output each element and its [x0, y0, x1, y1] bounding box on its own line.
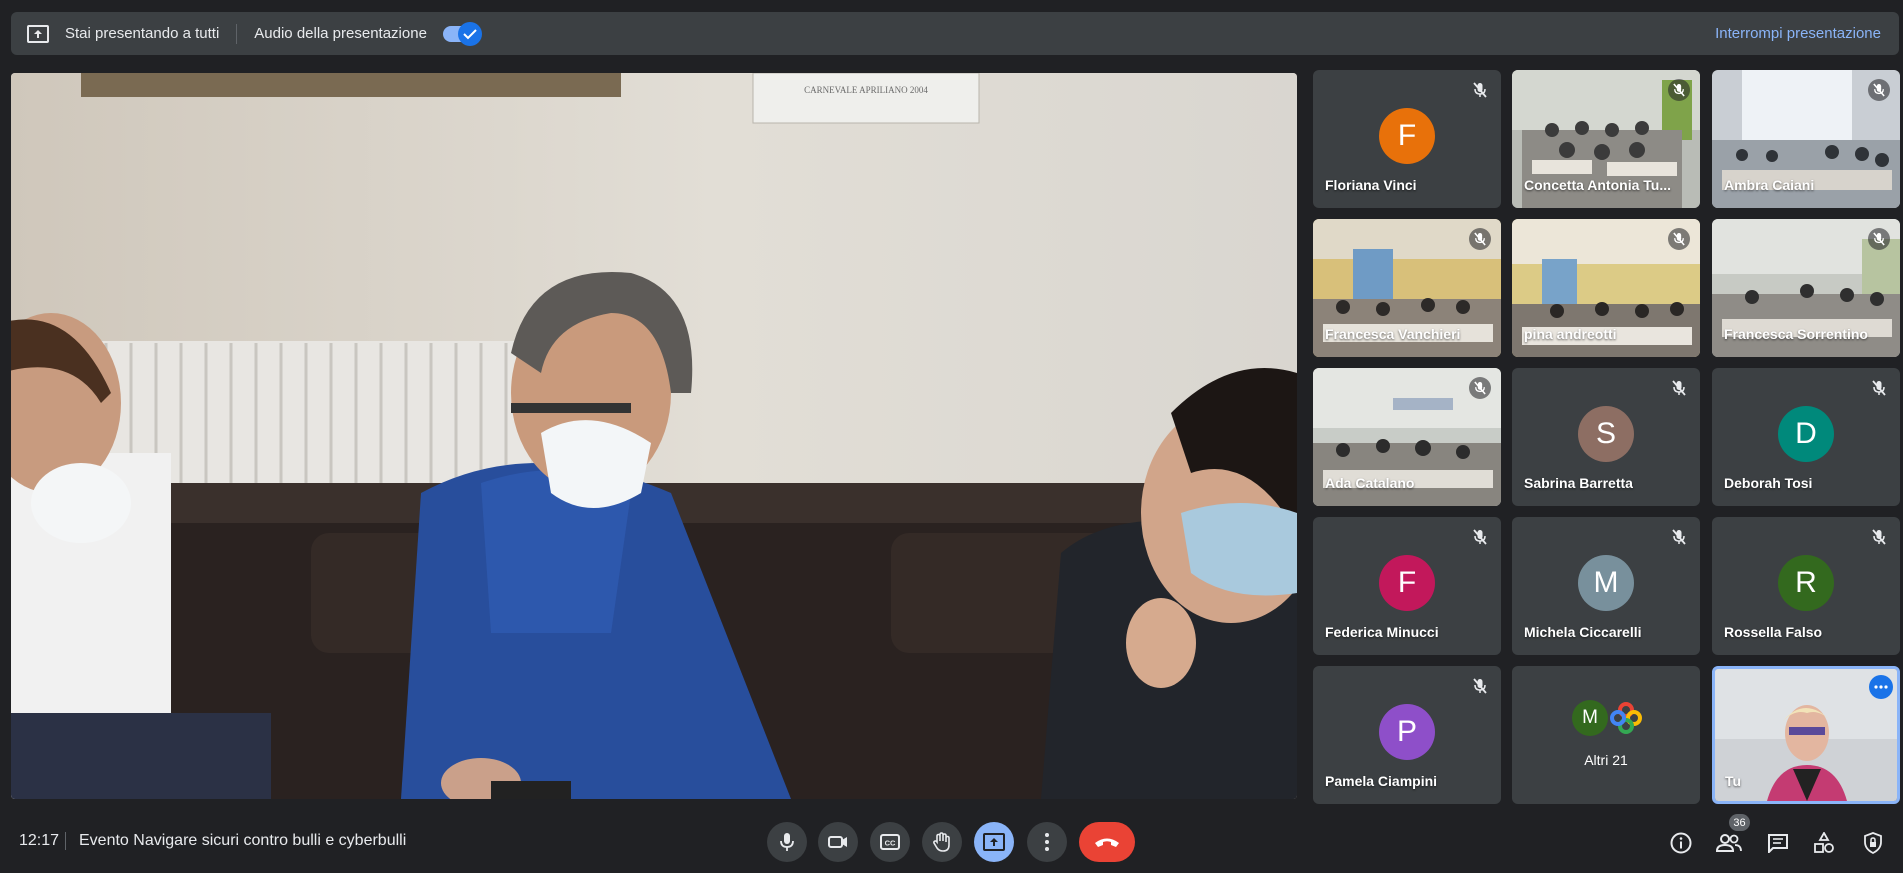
mic-off-icon: [1469, 228, 1491, 250]
activities-icon[interactable]: [1811, 830, 1837, 856]
participant-name: Federica Minucci: [1325, 624, 1439, 640]
check-icon: [457, 21, 482, 46]
self-tile[interactable]: Tu: [1712, 666, 1900, 804]
participant-tile[interactable]: R Rossella Falso: [1712, 517, 1900, 655]
others-count-label: Altri 21: [1584, 752, 1628, 768]
mic-off-icon: [1868, 526, 1890, 548]
participant-tile[interactable]: S Sabrina Barretta: [1512, 368, 1700, 506]
participant-tile[interactable]: Francesca Vanchieri: [1313, 219, 1501, 357]
participant-name: Sabrina Barretta: [1524, 475, 1633, 491]
participant-name: Floriana Vinci: [1325, 177, 1417, 193]
avatar: M: [1578, 555, 1634, 611]
mic-off-icon: [1868, 377, 1890, 399]
chat-icon[interactable]: [1765, 830, 1791, 856]
stop-presenting-button[interactable]: Interrompi presentazione: [1715, 25, 1881, 42]
avatar: R: [1778, 555, 1834, 611]
microphone-button[interactable]: [767, 822, 807, 862]
participant-tile[interactable]: F Floriana Vinci: [1313, 70, 1501, 208]
participant-name: Rossella Falso: [1724, 624, 1823, 640]
mic-off-icon: [1469, 526, 1491, 548]
avatar: P: [1379, 704, 1435, 760]
participant-name: Pamela Ciampini: [1325, 773, 1438, 789]
participant-name: Francesca Sorrentino: [1724, 326, 1868, 342]
leave-call-button[interactable]: [1079, 822, 1135, 862]
avatar: M: [1572, 700, 1608, 736]
participant-name: Francesca Vanchieri: [1325, 326, 1461, 342]
present-screen-button[interactable]: [974, 822, 1014, 862]
present-screen-icon: [983, 833, 1005, 851]
more-options-button[interactable]: [1027, 822, 1067, 862]
participant-tile[interactable]: M Michela Ciccarelli: [1512, 517, 1700, 655]
participant-name: Concetta Antonia Tu...: [1524, 177, 1671, 193]
participant-tile[interactable]: Ada Catalano: [1313, 368, 1501, 506]
topbar-divider: [236, 23, 238, 44]
bottom-controls-bar: 12:17 Evento Navigare sicuri contro bull…: [0, 800, 1903, 873]
others-tile[interactable]: M Altri 21: [1512, 666, 1700, 804]
flower-avatar-icon: [1608, 700, 1644, 736]
presenting-status: Stai presentando a tutti: [65, 25, 220, 42]
mic-off-icon: [1668, 79, 1690, 101]
participant-name: Ada Catalano: [1325, 475, 1415, 491]
participant-tile[interactable]: Concetta Antonia Tu...: [1512, 70, 1700, 208]
meeting-info-icon[interactable]: [1668, 830, 1694, 856]
hang-up-icon: [1095, 838, 1119, 847]
participant-tile[interactable]: pina andreotti: [1512, 219, 1700, 357]
participant-tile[interactable]: Francesca Sorrentino: [1712, 219, 1900, 357]
host-controls-icon[interactable]: [1860, 830, 1886, 856]
self-label: Tu: [1725, 773, 1742, 789]
main-presentation-video: CARNEVALE APRILIANO 2004: [11, 73, 1297, 799]
avatar: D: [1778, 406, 1834, 462]
presentation-bar: Stai presentando a tutti Audio della pre…: [11, 12, 1899, 55]
meeting-clock: 12:17: [19, 832, 60, 849]
captions-icon: CC: [880, 834, 900, 850]
microphone-icon: [780, 833, 794, 851]
mic-off-icon: [1469, 79, 1491, 101]
avatar: F: [1379, 555, 1435, 611]
participants-count-badge: 36: [1729, 814, 1750, 831]
presentation-audio-label: Audio della presentazione: [254, 25, 427, 42]
raise-hand-button[interactable]: [922, 822, 962, 862]
participant-name: Deborah Tosi: [1724, 475, 1813, 491]
people-icon[interactable]: [1716, 830, 1742, 856]
poster-text: CARNEVALE APRILIANO 2004: [804, 85, 928, 95]
participant-tile[interactable]: P Pamela Ciampini: [1313, 666, 1501, 804]
participant-tile[interactable]: Ambra Caiani: [1712, 70, 1900, 208]
more-options-icon[interactable]: [1869, 675, 1893, 699]
participant-name: Michela Ciccarelli: [1524, 624, 1642, 640]
video-frame: CARNEVALE APRILIANO 2004: [11, 73, 1297, 799]
meeting-title: Evento Navigare sicuri contro bulli e cy…: [79, 832, 407, 849]
participant-name: pina andreotti: [1524, 326, 1617, 342]
presentation-audio-toggle[interactable]: [442, 21, 482, 46]
mic-off-icon: [1668, 377, 1690, 399]
participant-tile[interactable]: D Deborah Tosi: [1712, 368, 1900, 506]
participant-name: Ambra Caiani: [1724, 177, 1815, 193]
svg-text:CC: CC: [885, 839, 896, 848]
avatar: S: [1578, 406, 1634, 462]
mic-off-icon: [1469, 675, 1491, 697]
mic-off-icon: [1868, 79, 1890, 101]
camera-icon: [828, 836, 847, 848]
present-screen-icon: [25, 23, 51, 45]
mic-off-icon: [1668, 228, 1690, 250]
mic-off-icon: [1668, 526, 1690, 548]
more-vert-icon: [1045, 833, 1049, 851]
captions-button[interactable]: CC: [870, 822, 910, 862]
mic-off-icon: [1868, 228, 1890, 250]
mic-off-icon: [1469, 377, 1491, 399]
camera-button[interactable]: [818, 822, 858, 862]
bottombar-divider: [65, 832, 66, 850]
participant-tile[interactable]: F Federica Minucci: [1313, 517, 1501, 655]
hand-icon: [933, 832, 950, 852]
avatar: F: [1379, 108, 1435, 164]
